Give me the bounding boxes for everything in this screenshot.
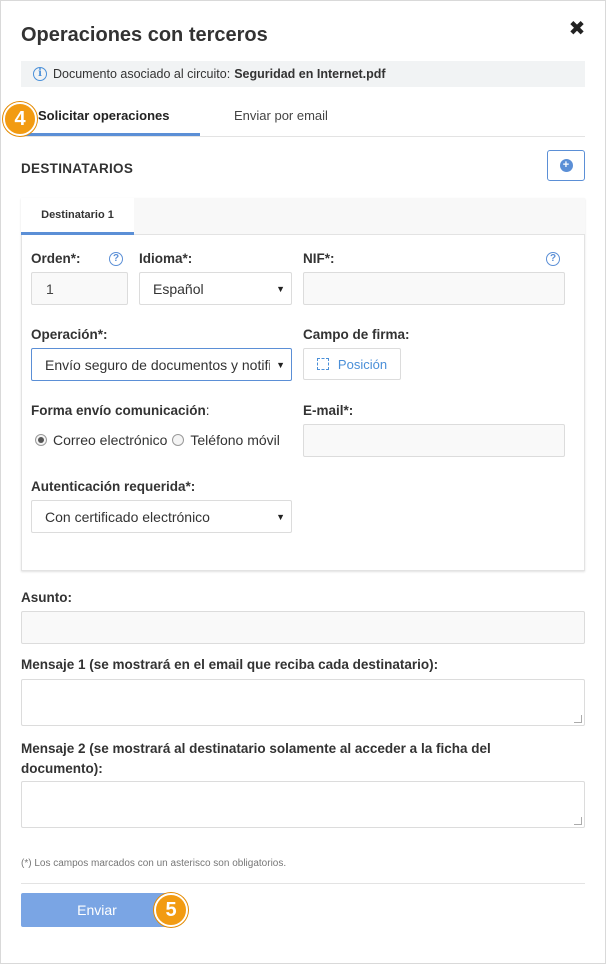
nif-input[interactable]	[303, 272, 565, 305]
caret-down-icon: ▼	[276, 359, 285, 370]
delivery-option-mobile[interactable]: Teléfono móvil	[172, 432, 280, 448]
caret-down-icon: ▼	[276, 511, 285, 522]
submit-button[interactable]: Enviar	[21, 893, 173, 927]
info-icon: i	[33, 67, 47, 81]
tab-destinatario-1[interactable]: Destinatario 1	[21, 198, 134, 235]
email-input[interactable]	[303, 424, 565, 457]
recipients-section-title: DESTINATARIOS	[21, 161, 134, 176]
email-label: E-mail*:	[303, 403, 354, 418]
auth-label: Autenticación requerida*:	[31, 479, 196, 494]
subject-label: Asunto:	[21, 590, 72, 605]
info-bar: i Documento asociado al circuito: Seguri…	[21, 61, 585, 87]
signature-field-label: Campo de firma:	[303, 327, 410, 342]
signature-position-label: Posición	[337, 356, 388, 372]
frame-corners-icon	[316, 358, 329, 370]
step-badge-5: 5	[154, 893, 188, 927]
delivery-option-email-label: Correo electrónico	[53, 432, 168, 448]
operation-select[interactable]: Envío seguro de documentos y notificacio…	[31, 348, 292, 381]
tab-solicitar-operaciones[interactable]: Solicitar operaciones	[38, 108, 170, 123]
operation-value: Envío seguro de documentos y notificacio…	[45, 356, 270, 373]
step-badge-4: 4	[3, 102, 37, 136]
delivery-label: Forma envío comunicación:	[31, 403, 210, 418]
resize-grip-icon[interactable]	[574, 715, 582, 723]
dialog-title: Operaciones con terceros	[21, 24, 268, 46]
delivery-option-mobile-label: Teléfono móvil	[190, 432, 280, 448]
nif-label: NIF*:	[303, 251, 335, 266]
tab-enviar-por-email[interactable]: Enviar por email	[234, 108, 328, 123]
delivery-label-colon: :	[205, 403, 210, 418]
tabs-divider	[21, 136, 585, 137]
order-input[interactable]: 1	[31, 272, 128, 305]
signature-position-button[interactable]: Posición	[303, 348, 401, 380]
order-help-icon[interactable]: ?	[109, 252, 123, 266]
nif-help-icon[interactable]: ?	[546, 252, 560, 266]
operation-label: Operación*:	[31, 327, 108, 342]
close-icon[interactable]: ✖	[566, 18, 588, 40]
language-label: Idioma*:	[139, 251, 193, 266]
radio-unselected-icon[interactable]	[172, 434, 185, 446]
footer-divider	[21, 883, 585, 884]
message1-textarea[interactable]	[21, 679, 585, 726]
add-recipient-button[interactable]: +	[547, 150, 585, 181]
plus-circle-icon: +	[559, 159, 573, 172]
tab-active-indicator	[21, 133, 200, 136]
message2-label-line1: Mensaje 2 (se mostrará al destinatario s…	[21, 741, 491, 756]
info-text: Documento asociado al circuito:	[53, 67, 231, 81]
order-label: Orden*:	[31, 251, 81, 266]
info-document-name: Seguridad en Internet.pdf	[234, 67, 386, 81]
resize-grip-icon[interactable]	[574, 817, 582, 825]
message2-label-line2: documento):	[21, 761, 103, 776]
subject-input[interactable]	[21, 611, 585, 644]
auth-select[interactable]: Con certificado electrónico ▼	[31, 500, 292, 533]
message2-textarea[interactable]	[21, 781, 585, 828]
required-footnote: (*) Los campos marcados con un asterisco…	[21, 858, 287, 869]
message1-label: Mensaje 1 (se mostrará en el email que r…	[21, 657, 439, 672]
language-value: Español	[153, 280, 204, 297]
delivery-option-email[interactable]: Correo electrónico	[35, 432, 167, 448]
delivery-label-text: Forma envío comunicación	[31, 403, 206, 418]
message2-label: Mensaje 2 (se mostrará al destinatario s…	[21, 739, 585, 779]
caret-down-icon: ▼	[276, 283, 285, 294]
auth-value: Con certificado electrónico	[45, 508, 210, 525]
radio-selected-icon[interactable]	[35, 434, 47, 446]
language-select[interactable]: Español ▼	[139, 272, 292, 305]
delivery-radio-group: Correo electrónico Teléfono móvil	[35, 432, 285, 448]
